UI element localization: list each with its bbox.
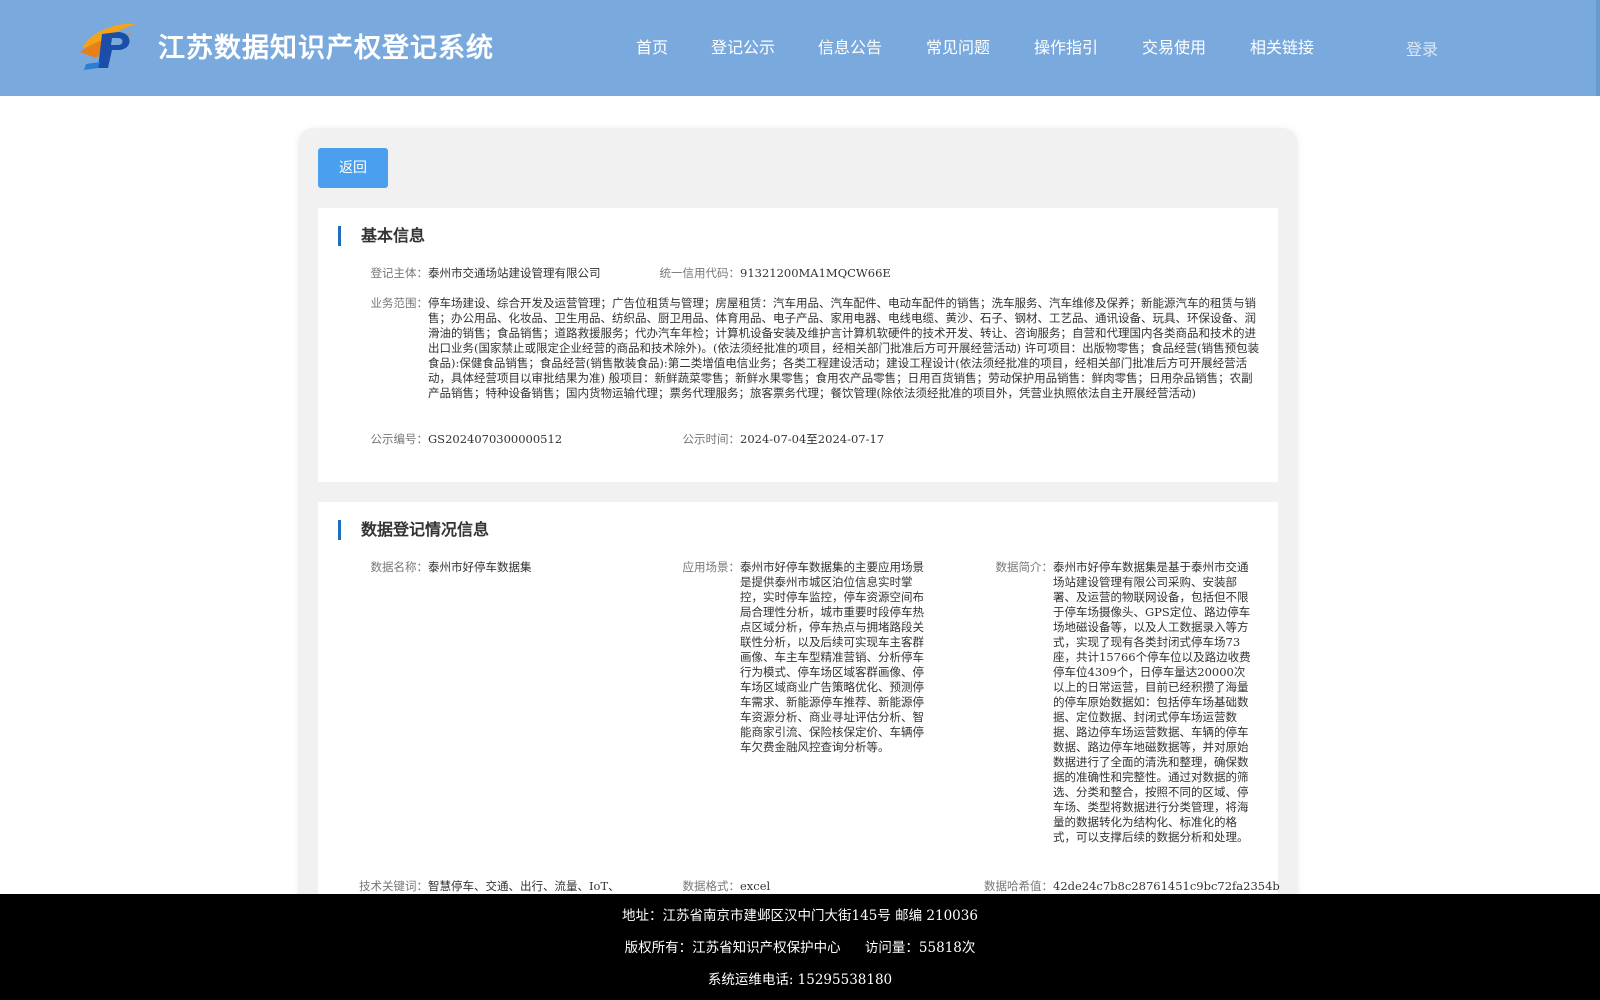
site-logo[interactable] xyxy=(78,18,140,72)
nav-related-links[interactable]: 相关链接 xyxy=(1250,34,1314,58)
data-format-label: 数据格式： xyxy=(682,879,741,893)
data-name-value: 泰州市好停车数据集 xyxy=(428,560,532,574)
page-footer: 地址：江苏省南京市建邺区汉中门大街145号 邮编 210036 版权所有：江苏省… xyxy=(0,894,1600,1000)
logo-icon xyxy=(80,23,136,70)
data-format-field: 数据格式： excel xyxy=(630,879,940,895)
tech-keywords-value: 智慧停车、交通、出行、流量、IoT、 xyxy=(428,879,620,893)
data-name-field: 数据名称： 泰州市好停车数据集 xyxy=(318,560,638,576)
data-intro-value: 泰州市好停车数据集是基于泰州市交通场站建设管理有限公司采购、安装部署、及运营的物… xyxy=(1053,560,1251,844)
nav-home[interactable]: 首页 xyxy=(636,34,668,58)
credit-code-value: 91321200MA1MQCW66E xyxy=(740,266,891,280)
basic-info-title: 基本信息 xyxy=(338,226,425,246)
footer-phone: 系统运维电话: 15295538180 xyxy=(707,972,893,988)
business-scope-value: 停车场建设、综合开发及运营管理；广告位租赁与管理；房屋租赁：汽车用品、汽车配件、… xyxy=(428,296,1260,400)
data-hash-value: 42de24c7b8c28761451c9bc72fa2354b xyxy=(1053,879,1280,893)
data-registration-title: 数据登记情况信息 xyxy=(338,520,489,540)
data-format-value: excel xyxy=(740,879,771,893)
notice-time-value: 2024-07-04至2024-07-17 xyxy=(740,432,885,446)
business-scope-label: 业务范围： xyxy=(370,296,429,310)
footer-address: 地址：江苏省南京市建邺区汉中门大街145号 邮编 210036 xyxy=(622,908,978,924)
nav-operation-guide[interactable]: 操作指引 xyxy=(1034,34,1098,58)
data-intro-field: 数据简介： 泰州市好停车数据集是基于泰州市交通场站建设管理有限公司采购、安装部署… xyxy=(943,560,1273,860)
site-title[interactable]: 江苏数据知识产权登记系统 xyxy=(158,26,494,65)
top-header: 江苏数据知识产权登记系统 首页 登记公示 信息公告 常见问题 操作指引 交易使用… xyxy=(0,0,1596,96)
nav-announcements[interactable]: 信息公告 xyxy=(818,34,882,58)
data-registration-card: 数据登记情况信息 数据名称： 泰州市好停车数据集 应用场景： 泰州市好停车数据集… xyxy=(318,502,1280,922)
data-hash-label: 数据哈希值： xyxy=(984,879,1053,893)
notice-time-label: 公示时间： xyxy=(682,432,741,446)
notice-time-field: 公示时间： 2024-07-04至2024-07-17 xyxy=(318,432,1278,448)
login-link[interactable]: 登录 xyxy=(1406,36,1438,60)
basic-info-card: 基本信息 登记主体： 泰州市交通场站建设管理有限公司 统一信用代码： 91321… xyxy=(318,208,1278,482)
footer-copyright: 版权所有：江苏省知识产权保护中心 xyxy=(624,940,841,956)
credit-code-label: 统一信用代码： xyxy=(659,266,741,280)
back-button[interactable]: 返回 xyxy=(318,148,388,188)
nav-faq[interactable]: 常见问题 xyxy=(926,34,990,58)
data-name-label: 数据名称： xyxy=(370,560,429,574)
footer-copyright-line: 版权所有：江苏省知识产权保护中心 访问量：55818次 xyxy=(0,936,1600,956)
application-scene-label: 应用场景： xyxy=(682,560,741,574)
tech-keywords-label: 技术关键词： xyxy=(359,879,428,893)
application-scene-field: 应用场景： 泰州市好停车数据集的主要应用场景是提供泰州市城区泊位信息实时掌控，实… xyxy=(630,560,940,760)
page-scrollbar[interactable] xyxy=(1596,0,1600,96)
data-hash-field: 数据哈希值： 42de24c7b8c28761451c9bc72fa2354b xyxy=(943,879,1280,895)
nav-registration-notice[interactable]: 登记公示 xyxy=(711,34,775,58)
application-scene-value: 泰州市好停车数据集的主要应用场景是提供泰州市城区泊位信息实时掌控，实时停车监控，… xyxy=(740,560,924,754)
data-intro-label: 数据简介： xyxy=(995,560,1054,574)
business-scope-field: 业务范围： 停车场建设、综合开发及运营管理；广告位租赁与管理；房屋租赁：汽车用品… xyxy=(318,296,1278,416)
credit-code-field: 统一信用代码： 91321200MA1MQCW66E xyxy=(318,266,1278,282)
footer-visits: 访问量：55818次 xyxy=(864,940,976,956)
nav-trade-usage[interactable]: 交易使用 xyxy=(1142,34,1206,58)
